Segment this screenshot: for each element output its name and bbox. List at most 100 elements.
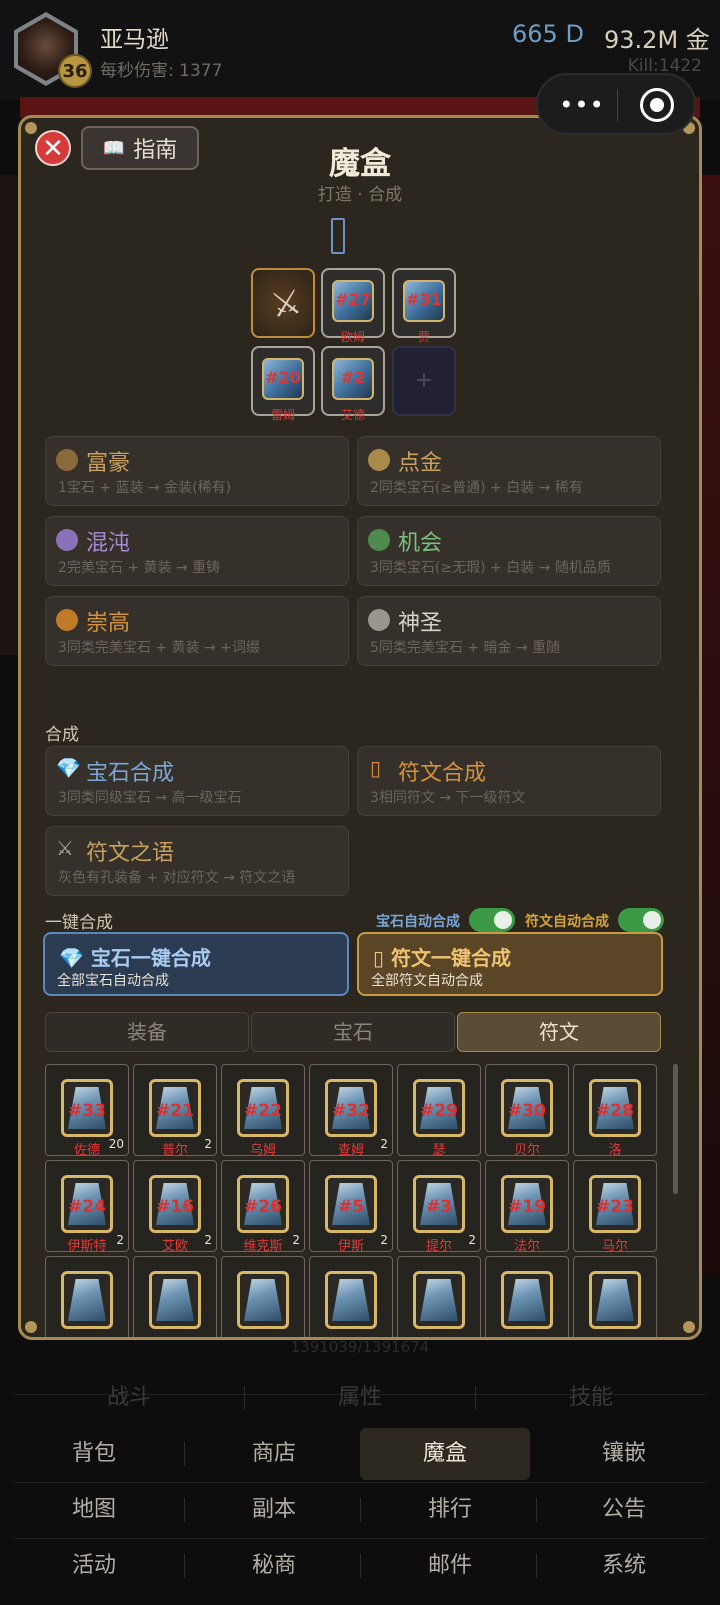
rune-number: #30 xyxy=(508,1101,546,1121)
rune-cell[interactable]: #3 提尔 2 xyxy=(397,1160,481,1254)
recipe-desc: 2完美宝石 + 黄装 → 重铸 xyxy=(58,560,221,576)
gem-one-click-button[interactable]: 💎 宝石一键合成 全部宝石自动合成 xyxy=(43,932,349,996)
runeword-card[interactable]: ⚔ 符文之语 灰色有孔装备 + 对应符文 → 符文之语 xyxy=(45,826,349,896)
recipe-card-alchemy[interactable]: 点金 2同类宝石(≥普通) + 白装 → 稀有 xyxy=(357,436,661,506)
recipe-title: 神圣 xyxy=(398,611,443,636)
tab-equipment[interactable]: 装备 xyxy=(45,1012,249,1052)
rune-synthesis-card[interactable]: ▯ 符文合成 3相同符文 → 下一级符文 xyxy=(357,746,661,816)
nav-ranking[interactable]: 排行 xyxy=(370,1484,530,1536)
rune-cell[interactable] xyxy=(485,1256,569,1337)
rune-cell[interactable]: #23 马尔 xyxy=(573,1160,657,1254)
slot-rune[interactable]: #31 贾 xyxy=(392,268,456,344)
rune-one-click-button[interactable]: ▯ 符文一键合成 全部符文自动合成 xyxy=(357,932,663,996)
rune-number: #22 xyxy=(244,1101,282,1121)
sword-icon: ⚔ xyxy=(267,281,305,327)
close-target-icon[interactable] xyxy=(640,88,674,122)
recipe-desc: 1宝石 + 蓝装 → 金装(稀有) xyxy=(58,480,232,496)
nav-system[interactable]: 系统 xyxy=(544,1540,704,1592)
rune-grid-scrollbar[interactable] xyxy=(673,1064,678,1194)
rune-cell[interactable]: #26 维克斯 2 xyxy=(221,1160,305,1254)
rune-cell[interactable]: #16 艾欧 2 xyxy=(133,1160,217,1254)
nav-row-3: 地图 副本 排行 公告 xyxy=(14,1484,706,1536)
nav-events[interactable]: 活动 xyxy=(14,1540,174,1592)
recipe-card-rich[interactable]: 富豪 1宝石 + 蓝装 → 金装(稀有) xyxy=(45,436,349,506)
rune-stone-icon xyxy=(68,1279,106,1321)
slot-rune[interactable]: #2 艾德 xyxy=(321,346,385,422)
magic-box-panel: ✕ 📖 指南 魔盒 打造 · 合成 ⚔ #27 欧姆 #31 贾 #20 雷姆 … xyxy=(18,115,702,1340)
rune-number: #23 xyxy=(596,1197,634,1217)
rune-cell[interactable]: #33 佐德 20 xyxy=(45,1064,129,1158)
slot-rune[interactable]: #20 雷姆 xyxy=(251,346,315,422)
recipe-desc: 5同类完美宝石 + 暗金 → 重随 xyxy=(370,640,561,656)
rune-cell[interactable]: #22 乌姆 xyxy=(221,1064,305,1158)
rune-cell[interactable] xyxy=(133,1256,217,1337)
nav-inlay[interactable]: 镶嵌 xyxy=(544,1428,704,1480)
synthesis-desc: 3相同符文 → 下一级符文 xyxy=(370,790,526,806)
purple-orb-icon xyxy=(56,529,78,551)
gem-auto-label: 宝石自动合成 xyxy=(376,914,460,930)
nav-announcement[interactable]: 公告 xyxy=(544,1484,704,1536)
slot-rune[interactable]: #27 欧姆 xyxy=(321,268,385,344)
nav-separator xyxy=(360,1498,361,1522)
nav-map[interactable]: 地图 xyxy=(14,1484,174,1536)
rune-cell[interactable] xyxy=(309,1256,393,1337)
rune-cell[interactable]: #24 伊斯特 2 xyxy=(45,1160,129,1254)
rune-cell[interactable] xyxy=(45,1256,129,1337)
rune-name: 法尔 xyxy=(513,1239,540,1254)
gem-icon: 💎 xyxy=(59,946,84,970)
rune-cell[interactable] xyxy=(573,1256,657,1337)
rune-icon: ▯ xyxy=(373,946,385,970)
recipe-card-divine[interactable]: 神圣 5同类完美宝石 + 暗金 → 重随 xyxy=(357,596,661,666)
nav-separator xyxy=(184,1498,185,1522)
slot-rune-number: #31 xyxy=(406,290,442,309)
gem-icon: 💎 xyxy=(56,756,81,780)
rune-number: #24 xyxy=(68,1197,106,1217)
nav-dungeon[interactable]: 副本 xyxy=(194,1484,354,1536)
rune-number: #33 xyxy=(68,1101,106,1121)
rune-cell[interactable]: #5 伊斯 2 xyxy=(309,1160,393,1254)
slot-weapon[interactable]: ⚔ xyxy=(251,268,315,338)
tab-gems[interactable]: 宝石 xyxy=(251,1012,455,1052)
rune-cell[interactable]: #30 贝尔 xyxy=(485,1064,569,1158)
gem-one-click-label: 宝石一键合成 xyxy=(90,946,211,970)
gem-synthesis-card[interactable]: 💎 宝石合成 3同类同级宝石 → 高一级宝石 xyxy=(45,746,349,816)
nav-separator xyxy=(184,1554,185,1578)
slot-empty[interactable]: + xyxy=(392,346,456,416)
slot-rune-number: #2 xyxy=(340,368,366,387)
nav-mail[interactable]: 邮件 xyxy=(370,1540,530,1592)
rune-auto-toggle[interactable] xyxy=(618,908,664,932)
rune-cell[interactable] xyxy=(221,1256,305,1337)
nav-shop[interactable]: 商店 xyxy=(194,1428,354,1480)
recipe-card-exalted[interactable]: 崇高 3同类完美宝石 + 黄装 → +词缀 xyxy=(45,596,349,666)
recipe-title: 点金 xyxy=(398,451,443,476)
rune-cell[interactable]: #32 查姆 2 xyxy=(309,1064,393,1158)
nav-secret-shop[interactable]: 秘商 xyxy=(194,1540,354,1592)
rune-one-click-title: ▯ 符文一键合成 xyxy=(373,942,511,971)
recipe-desc: 2同类宝石(≥普通) + 白装 → 稀有 xyxy=(370,480,583,496)
crossed-swords-icon: ⚔ xyxy=(56,836,74,860)
recipe-card-chance[interactable]: 机会 3同类宝石(≥无瑕) + 白装 → 随机品质 xyxy=(357,516,661,586)
rune-cell[interactable]: #21 普尔 2 xyxy=(133,1064,217,1158)
rune-cell[interactable]: #19 法尔 xyxy=(485,1160,569,1254)
nav-battle[interactable]: 战斗 xyxy=(14,1372,244,1424)
rune-cell[interactable]: #28 洛 xyxy=(573,1064,657,1158)
nav-attributes[interactable]: 属性 xyxy=(245,1372,475,1424)
gem-one-click-title: 💎 宝石一键合成 xyxy=(59,942,211,971)
gold-count: 93.2M 金 xyxy=(604,26,710,54)
more-icon[interactable]: ••• xyxy=(558,87,606,123)
recipe-card-chaos[interactable]: 混沌 2完美宝石 + 黄装 → 重铸 xyxy=(45,516,349,586)
synthesis-title: 符文合成 xyxy=(398,761,487,786)
rune-count: 2 xyxy=(116,1233,124,1247)
tab-runes[interactable]: 符文 xyxy=(457,1012,661,1052)
nav-skills[interactable]: 技能 xyxy=(476,1372,706,1424)
nav-backpack[interactable]: 背包 xyxy=(14,1428,174,1480)
gem-one-click-sub: 全部宝石自动合成 xyxy=(57,973,169,989)
gem-auto-toggle[interactable] xyxy=(469,908,515,932)
recipe-title: 崇高 xyxy=(86,611,131,636)
recipe-desc: 3同类完美宝石 + 黄装 → +词缀 xyxy=(58,640,260,656)
rune-cell[interactable]: #29 瑟 xyxy=(397,1064,481,1158)
rune-stone-icon xyxy=(332,1279,370,1321)
rune-frame xyxy=(413,1271,465,1329)
nav-magic-box[interactable]: 魔盒 xyxy=(360,1428,530,1480)
rune-cell[interactable] xyxy=(397,1256,481,1337)
